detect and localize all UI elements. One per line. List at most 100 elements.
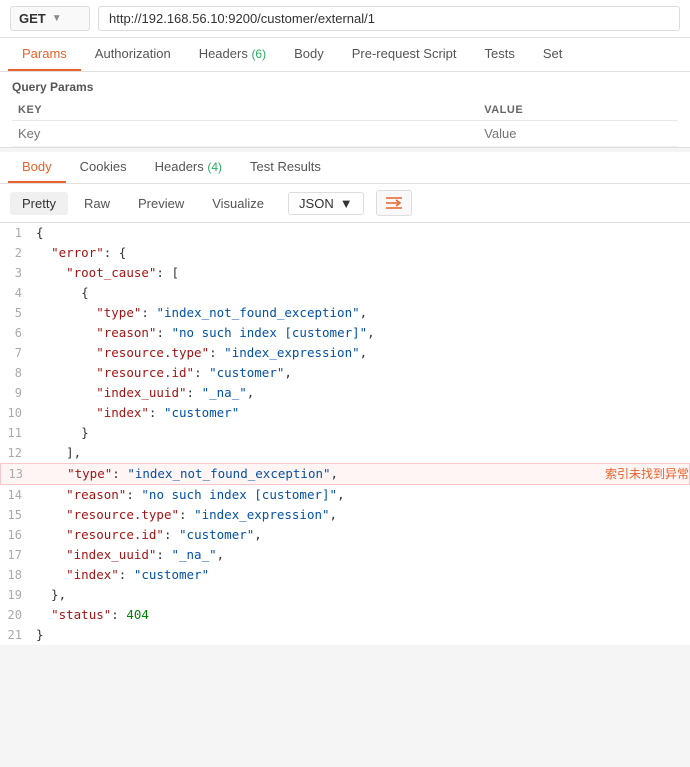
code-line: 19 }, xyxy=(0,585,690,605)
code-line: 10 "index": "customer" xyxy=(0,403,690,423)
line-content: "root_cause": [ xyxy=(32,263,690,283)
line-number: 3 xyxy=(0,263,32,283)
url-input[interactable] xyxy=(98,6,680,31)
json-format-select[interactable]: JSON ▼ xyxy=(288,192,364,215)
line-content: "reason": "no such index [customer]", xyxy=(32,485,690,505)
line-number: 2 xyxy=(0,243,32,263)
line-number: 13 xyxy=(1,464,33,484)
code-line: 9 "index_uuid": "_na_", xyxy=(0,383,690,403)
value-input[interactable] xyxy=(484,126,672,141)
line-number: 6 xyxy=(0,323,32,343)
code-line: 11 } xyxy=(0,423,690,443)
line-number: 8 xyxy=(0,363,32,383)
code-annotation: 索引未找到异常 xyxy=(605,464,689,484)
line-number: 20 xyxy=(0,605,32,625)
response-tabs: Body Cookies Headers (4) Test Results xyxy=(0,152,690,184)
line-number: 10 xyxy=(0,403,32,423)
line-content: "resource.id": "customer", xyxy=(32,525,690,545)
col-header-value: VALUE xyxy=(478,100,678,121)
json-arrow-icon: ▼ xyxy=(340,196,353,211)
query-params-title: Query Params xyxy=(12,80,678,94)
tab-tests[interactable]: Tests xyxy=(471,38,529,71)
line-content: "index_uuid": "_na_", xyxy=(32,383,690,403)
table-row xyxy=(12,121,678,147)
preview-btn[interactable]: Preview xyxy=(126,192,196,215)
code-line: 1{ xyxy=(0,223,690,243)
line-content: "index_uuid": "_na_", xyxy=(32,545,690,565)
key-cell xyxy=(12,121,478,147)
line-number: 5 xyxy=(0,303,32,323)
line-content: } xyxy=(32,625,690,645)
col-header-key: KEY xyxy=(12,100,478,121)
tab-headers[interactable]: Headers (6) xyxy=(185,38,280,71)
tab-pre-request-script[interactable]: Pre-request Script xyxy=(338,38,471,71)
tab-settings[interactable]: Set xyxy=(529,38,577,71)
line-number: 18 xyxy=(0,565,32,585)
wrap-button[interactable] xyxy=(376,190,412,216)
code-line: 6 "reason": "no such index [customer]", xyxy=(0,323,690,343)
line-content: { xyxy=(32,223,690,243)
code-line: 3 "root_cause": [ xyxy=(0,263,690,283)
json-label: JSON xyxy=(299,196,334,211)
line-content: "resource.type": "index_expression", xyxy=(32,505,690,525)
format-bar: Pretty Raw Preview Visualize JSON ▼ xyxy=(0,184,690,223)
code-line: 4 { xyxy=(0,283,690,303)
method-dropdown[interactable]: GET ▼ xyxy=(10,6,90,31)
tab-response-body[interactable]: Body xyxy=(8,152,66,183)
headers-badge: (6) xyxy=(251,47,266,61)
code-line: 21} xyxy=(0,625,690,645)
visualize-btn[interactable]: Visualize xyxy=(200,192,276,215)
tab-authorization[interactable]: Authorization xyxy=(81,38,185,71)
code-line: 13 "type": "index_not_found_exception", 索… xyxy=(0,463,690,485)
line-number: 17 xyxy=(0,545,32,565)
tab-body[interactable]: Body xyxy=(280,38,338,71)
code-line: 14 "reason": "no such index [customer]", xyxy=(0,485,690,505)
line-number: 1 xyxy=(0,223,32,243)
line-content: ], xyxy=(32,443,690,463)
line-content: "resource.id": "customer", xyxy=(32,363,690,383)
line-number: 21 xyxy=(0,625,32,645)
tab-test-results[interactable]: Test Results xyxy=(236,152,335,183)
code-viewer: 1{2 "error": {3 "root_cause": [4 {5 "typ… xyxy=(0,223,690,645)
top-bar: GET ▼ xyxy=(0,0,690,38)
response-headers-badge: (4) xyxy=(207,160,222,174)
method-arrow-icon: ▼ xyxy=(52,13,62,24)
line-number: 11 xyxy=(0,423,32,443)
line-number: 12 xyxy=(0,443,32,463)
code-line: 16 "resource.id": "customer", xyxy=(0,525,690,545)
code-line: 2 "error": { xyxy=(0,243,690,263)
line-content: { xyxy=(32,283,690,303)
value-cell xyxy=(478,121,678,147)
code-line: 18 "index": "customer" xyxy=(0,565,690,585)
code-line: 12 ], xyxy=(0,443,690,463)
line-content: "index": "customer" xyxy=(32,565,690,585)
line-content: }, xyxy=(32,585,690,605)
tab-cookies[interactable]: Cookies xyxy=(66,152,141,183)
wrap-icon xyxy=(385,195,403,211)
tab-params[interactable]: Params xyxy=(8,38,81,71)
method-label: GET xyxy=(19,11,46,26)
line-number: 19 xyxy=(0,585,32,605)
line-number: 15 xyxy=(0,505,32,525)
line-content: "status": 404 xyxy=(32,605,690,625)
pretty-btn[interactable]: Pretty xyxy=(10,192,68,215)
line-content: "reason": "no such index [customer]", xyxy=(32,323,690,343)
line-content: "resource.type": "index_expression", xyxy=(32,343,690,363)
line-number: 16 xyxy=(0,525,32,545)
query-params-section: Query Params KEY VALUE xyxy=(0,72,690,148)
line-content: } xyxy=(32,423,690,443)
params-table: KEY VALUE xyxy=(12,100,678,147)
line-content: "index": "customer" xyxy=(32,403,690,423)
line-number: 9 xyxy=(0,383,32,403)
line-content: "error": { xyxy=(32,243,690,263)
code-line: 20 "status": 404 xyxy=(0,605,690,625)
line-content: "type": "index_not_found_exception", xyxy=(32,303,690,323)
code-line: 15 "resource.type": "index_expression", xyxy=(0,505,690,525)
tab-response-headers[interactable]: Headers (4) xyxy=(141,152,236,183)
line-content: "type": "index_not_found_exception", xyxy=(33,464,595,484)
code-line: 8 "resource.id": "customer", xyxy=(0,363,690,383)
key-input[interactable] xyxy=(18,126,472,141)
line-number: 7 xyxy=(0,343,32,363)
raw-btn[interactable]: Raw xyxy=(72,192,122,215)
request-tabs: Params Authorization Headers (6) Body Pr… xyxy=(0,38,690,72)
